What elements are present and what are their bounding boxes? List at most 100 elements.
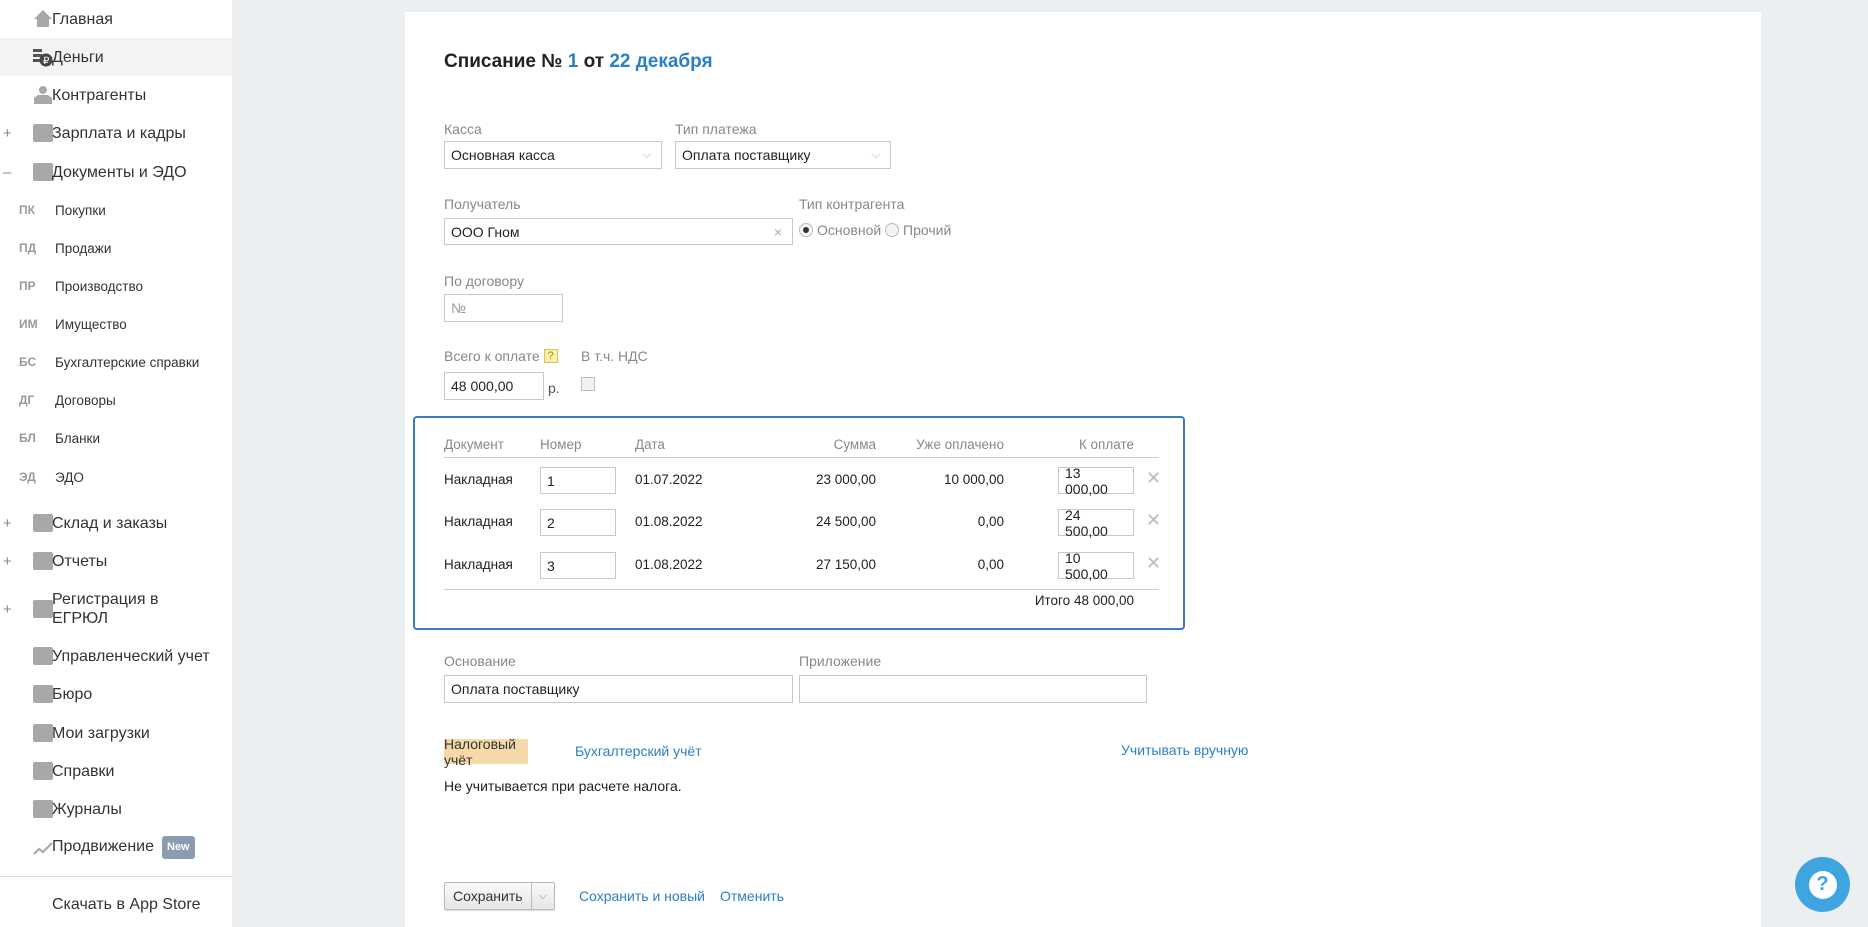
sidebar-item-journals[interactable]: Журналы (0, 790, 232, 828)
page-title: Списание № 1 от 22 декабря (444, 51, 713, 72)
kassa-label: Касса (444, 121, 482, 137)
column-header: Дата (635, 437, 665, 452)
basis-label: Основание (444, 653, 516, 669)
sidebar-item-label: Деньги (52, 48, 104, 66)
doc-paid: 0,00 (977, 514, 1004, 529)
attachment-input[interactable] (799, 675, 1147, 703)
folder-icon (33, 724, 53, 742)
expand-icon[interactable]: + (3, 553, 12, 570)
sidebar: Главная ₽ Деньги Контрагенты + Зарплата и … (0, 0, 232, 927)
remove-row-icon[interactable]: ✕ (1146, 510, 1161, 531)
save-and-new-link[interactable]: Сохранить и новый (579, 888, 705, 904)
subitem-abbr: ПР (19, 279, 36, 293)
doc-date: 01.08.2022 (635, 557, 703, 572)
tab-bookkeeping[interactable]: Бухгалтерский учёт (575, 743, 702, 759)
manual-accounting-link[interactable]: Учитывать вручную (1121, 742, 1248, 758)
to-pay-input[interactable]: 24 500,00 (1058, 507, 1134, 539)
sidebar-item-money[interactable]: ₽ Деньги (0, 38, 232, 76)
sidebar-subitem-property[interactable]: ИМ Имущество (0, 305, 232, 343)
expand-icon[interactable]: + (3, 515, 12, 532)
sidebar-item-management[interactable]: Управленческий учет (0, 637, 232, 675)
column-header: Сумма (833, 437, 876, 452)
subitem-label: Производство (55, 278, 144, 294)
sidebar-item-label: Регистрация в (52, 591, 159, 608)
save-button[interactable]: Сохранить (445, 883, 532, 909)
sidebar-item-registration[interactable]: + Регистрация в ЕГРЮЛ (0, 582, 232, 636)
subitem-label: Продажи (55, 240, 112, 256)
doc-number-input[interactable]: 1 (540, 467, 616, 494)
collapse-icon[interactable]: – (3, 164, 11, 181)
sidebar-item-documents[interactable]: – Документы и ЭДО (0, 153, 232, 191)
sidebar-item-promotion[interactable]: Продвижение New (0, 828, 232, 866)
column-header: Документ (444, 437, 504, 452)
sidebar-item-label: Главная (52, 10, 113, 28)
expand-icon[interactable]: + (3, 601, 12, 618)
radio-unchecked[interactable] (885, 223, 899, 237)
sidebar-item-salary[interactable]: + Зарплата и кадры (0, 114, 232, 152)
sidebar-item-label: Мои загрузки (52, 724, 150, 742)
currency-label: р. (548, 380, 560, 396)
sidebar-subitem-forms[interactable]: БЛ Бланки (0, 419, 232, 457)
subitem-abbr: БЛ (19, 431, 36, 445)
kassa-select[interactable]: Основная касса ⌵ (444, 141, 662, 169)
registration-icon (33, 600, 53, 618)
expand-icon[interactable]: + (3, 125, 12, 142)
document-date[interactable]: 22 декабря (609, 51, 712, 72)
salary-icon (33, 124, 53, 142)
folder-icon (33, 163, 53, 181)
sidebar-item-reports[interactable]: + Отчеты (0, 542, 232, 580)
sidebar-subitem-purchases[interactable]: ПК Покупки (0, 191, 232, 229)
subitem-label: Бланки (55, 430, 100, 446)
doc-number-input[interactable]: 3 (540, 552, 616, 579)
column-header: К оплате (1078, 437, 1134, 452)
sidebar-item-uploads[interactable]: Мои загрузки (0, 714, 232, 752)
chart-icon (33, 842, 53, 855)
sidebar-subitem-accounting-notes[interactable]: БС Бухгалтерские справки (0, 343, 232, 381)
chevron-down-icon: ⌵ (871, 148, 880, 161)
to-pay-input[interactable]: 10 500,00 (1058, 550, 1134, 582)
help-icon[interactable]: ? (543, 349, 558, 363)
sidebar-item-bureau[interactable]: Бюро (0, 675, 232, 713)
subitem-label: Покупки (55, 202, 106, 218)
vat-checkbox[interactable] (581, 377, 595, 391)
sidebar-item-label: Документы и ЭДО (52, 163, 187, 181)
sidebar-divider (0, 876, 232, 877)
sidebar-subitem-sales[interactable]: ПД Продажи (0, 229, 232, 267)
sidebar-subitem-contracts[interactable]: ДГ Договоры (0, 381, 232, 419)
appstore-link[interactable]: Скачать в App Store (0, 885, 232, 923)
help-button[interactable]: ? (1795, 857, 1850, 912)
sidebar-item-home[interactable]: Главная (0, 0, 232, 38)
sidebar-item-references[interactable]: Справки (0, 752, 232, 790)
basis-input[interactable]: Оплата поставщику (444, 675, 793, 703)
briefcase-icon (33, 685, 53, 703)
sidebar-item-contractors[interactable]: Контрагенты (0, 76, 232, 114)
to-pay-input[interactable]: 13 000,00 (1058, 465, 1134, 497)
sidebar-item-label: Продвижение (52, 837, 154, 855)
vat-label: В т.ч. НДС (581, 348, 648, 364)
remove-row-icon[interactable]: ✕ (1146, 553, 1161, 574)
sidebar-subitem-edo[interactable]: ЭД ЭДО (0, 458, 232, 496)
column-header: Номер (540, 437, 582, 452)
clear-icon[interactable]: × (774, 224, 782, 240)
cancel-link[interactable]: Отменить (720, 888, 784, 904)
recipient-input[interactable]: ООО Гном × (444, 218, 793, 245)
document-number[interactable]: 1 (568, 51, 579, 72)
ctype-radio-main[interactable]: Основной (799, 222, 881, 238)
appstore-label: Скачать в App Store (52, 895, 201, 913)
paytype-select[interactable]: Оплата поставщику ⌵ (675, 141, 891, 169)
contract-input[interactable]: № (444, 294, 563, 322)
total-input[interactable]: 48 000,00 (444, 372, 544, 400)
sidebar-item-label: Склад и заказы (52, 514, 168, 532)
sidebar-subitem-production[interactable]: ПР Производство (0, 267, 232, 305)
doc-paid: 10 000,00 (943, 472, 1004, 487)
radio-checked[interactable] (799, 223, 813, 237)
report-icon (33, 552, 53, 570)
remove-row-icon[interactable]: ✕ (1146, 468, 1161, 489)
doc-number-input[interactable]: 2 (540, 509, 616, 536)
chevron-down-icon[interactable]: ⌵ (532, 890, 554, 903)
ctype-radio-other[interactable]: Прочий (885, 222, 951, 238)
journal-icon (33, 800, 53, 818)
sidebar-item-warehouse[interactable]: + Склад и заказы (0, 504, 232, 542)
subitem-abbr: ИМ (19, 317, 38, 331)
tab-tax-accounting[interactable]: Налоговый учёт (444, 736, 528, 768)
